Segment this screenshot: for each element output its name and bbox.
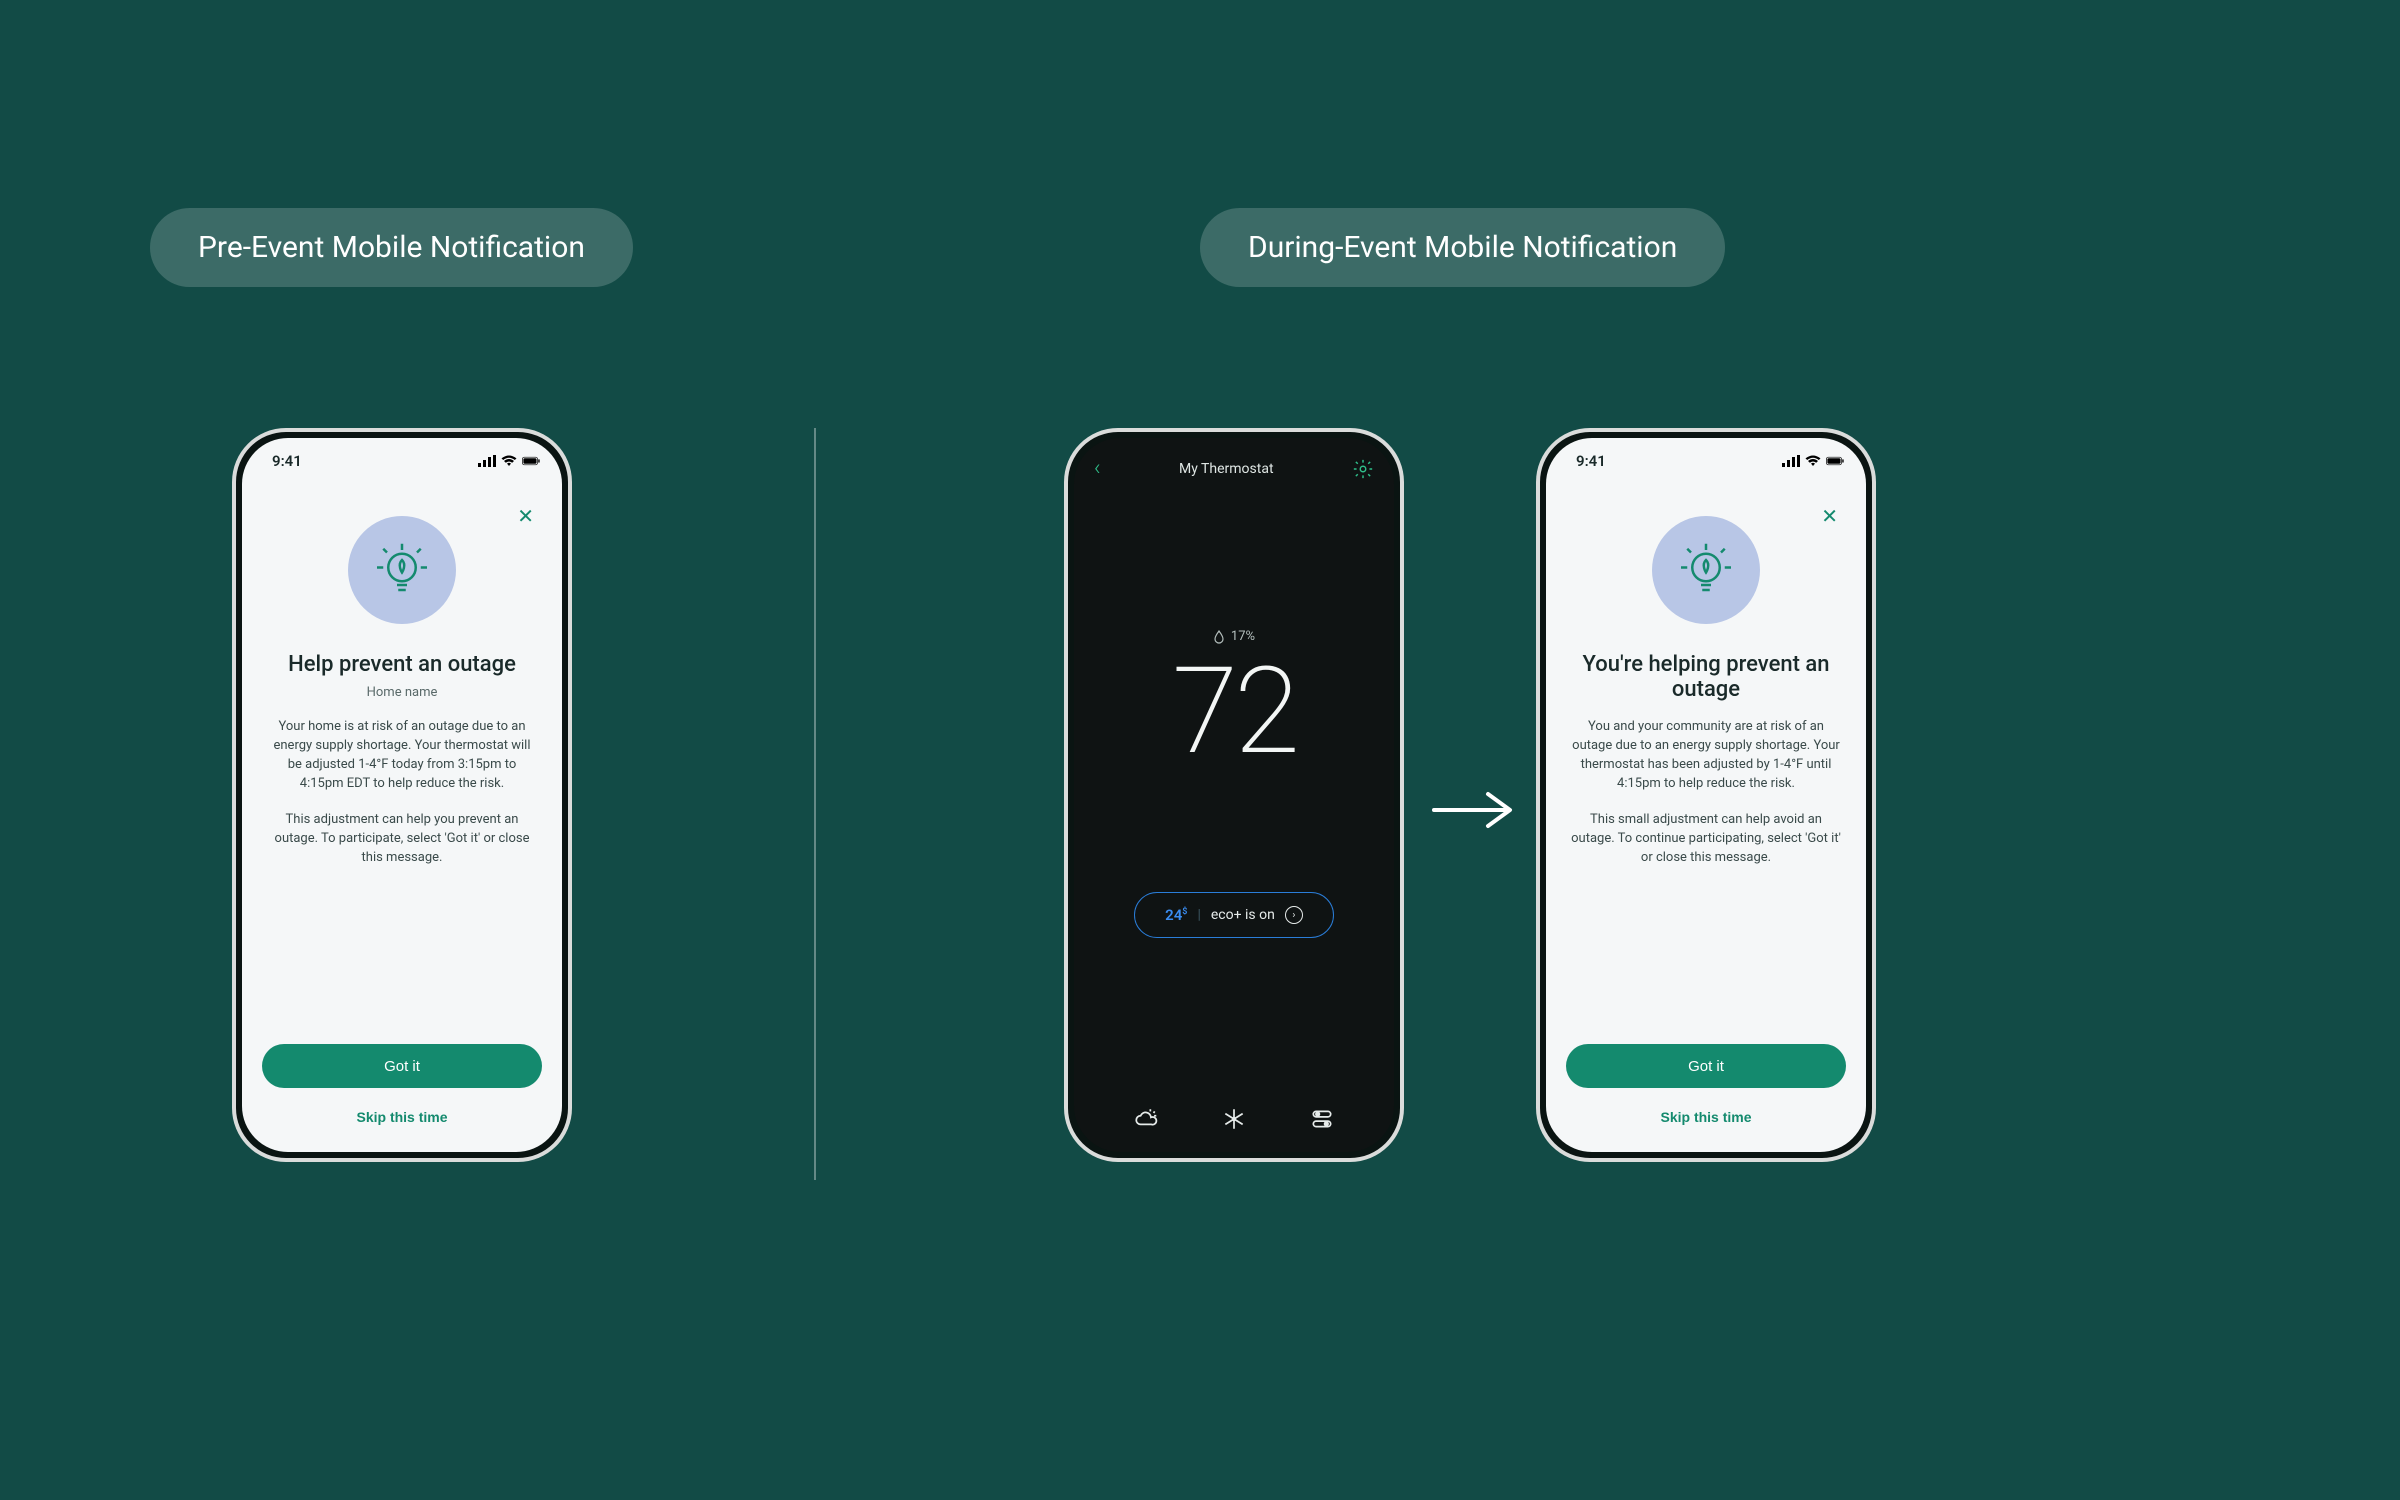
weather-tab-icon[interactable] <box>1133 1106 1159 1132</box>
modal-title: Help prevent an outage <box>272 652 532 677</box>
status-icons <box>478 455 540 467</box>
modal-subhead: Home name <box>242 685 562 700</box>
modal-body-1: Your home is at risk of an outage due to… <box>266 718 538 793</box>
status-bar: 9:41 <box>242 438 562 470</box>
got-it-button[interactable]: Got it <box>1566 1044 1846 1088</box>
thermostat-title: My Thermostat <box>1179 461 1274 477</box>
wifi-icon <box>500 455 518 467</box>
cellular-icon <box>1782 455 1800 467</box>
status-time: 9:41 <box>272 452 302 470</box>
modal-body-2: This adjustment can help you prevent an … <box>266 811 538 868</box>
tab-bar <box>1074 1106 1394 1132</box>
arrow-icon <box>1430 790 1520 830</box>
pre-event-label: Pre-Event Mobile Notification <box>150 208 633 287</box>
wifi-icon <box>1804 455 1822 467</box>
close-icon[interactable]: ✕ <box>1821 504 1838 528</box>
skip-button[interactable]: Skip this time <box>262 1108 542 1126</box>
savings-value: 24$ <box>1165 906 1187 924</box>
phone-during-event: 9:41 ✕ You're helping prevent an outage … <box>1536 428 1876 1162</box>
status-icons <box>1782 455 1844 467</box>
modal-body-1: You and your community are at risk of an… <box>1570 718 1842 793</box>
chevron-right-icon: › <box>1285 906 1303 924</box>
close-icon[interactable]: ✕ <box>517 504 534 528</box>
back-button[interactable]: ‹ <box>1094 456 1101 481</box>
modal-title: You're helping prevent an outage <box>1576 652 1836 702</box>
eco-plus-pill[interactable]: 24$ | eco+ is on › <box>1134 892 1334 938</box>
got-it-button[interactable]: Got it <box>262 1044 542 1088</box>
during-event-label: During-Event Mobile Notification <box>1200 208 1725 287</box>
schedule-tab-icon[interactable] <box>1309 1106 1335 1132</box>
eco-label: eco+ is on <box>1211 907 1275 923</box>
gear-icon[interactable] <box>1352 458 1374 480</box>
status-time: 9:41 <box>1576 452 1606 470</box>
modal-body-2: This small adjustment can help avoid an … <box>1570 811 1842 868</box>
eco-bulb-icon <box>1652 516 1760 624</box>
current-temp: 72 <box>1074 652 1394 772</box>
status-bar: 9:41 <box>1546 438 1866 470</box>
section-divider <box>814 428 816 1180</box>
battery-icon <box>1826 455 1844 467</box>
battery-icon <box>522 455 540 467</box>
phone-thermostat: ‹ My Thermostat 17% 72 24$ | eco+ is on … <box>1064 428 1404 1162</box>
phone-pre-event: 9:41 ✕ Help prevent an outage Home name … <box>232 428 572 1162</box>
skip-button[interactable]: Skip this time <box>1566 1108 1846 1126</box>
hvac-tab-icon[interactable] <box>1221 1106 1247 1132</box>
cellular-icon <box>478 455 496 467</box>
eco-bulb-icon <box>348 516 456 624</box>
